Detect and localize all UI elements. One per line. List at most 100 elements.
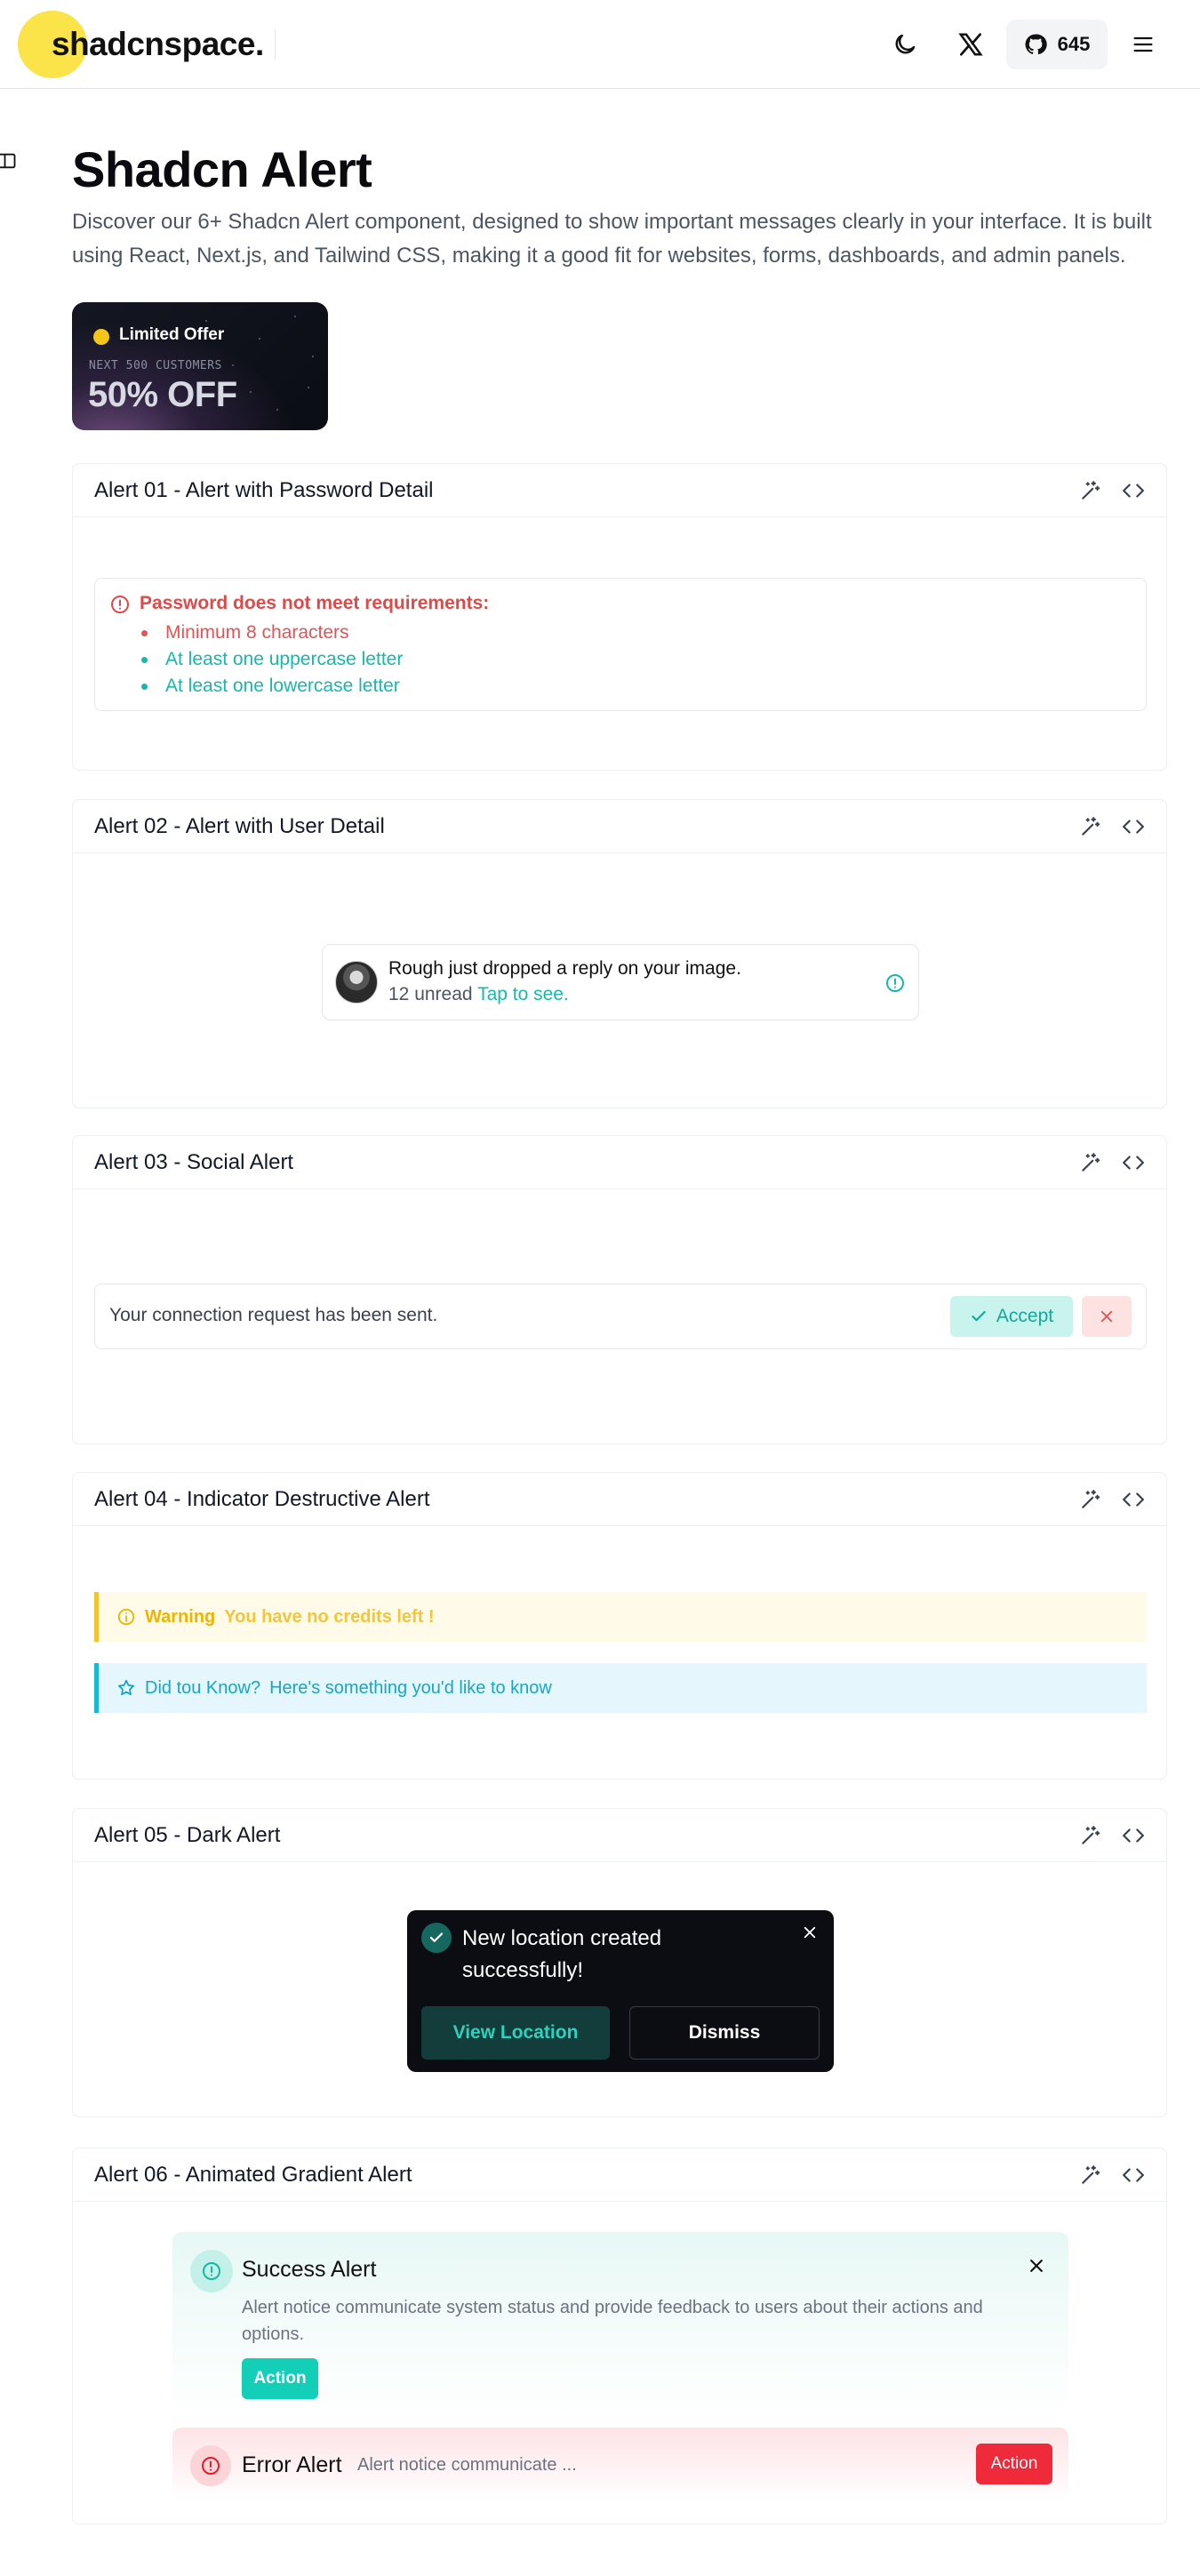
logo[interactable]: shadcnspace. <box>18 11 264 78</box>
check-icon <box>429 1932 444 1942</box>
view-code-button[interactable] <box>1122 815 1145 838</box>
section-alert-02: Alert 02 - Alert with User Detail Rough … <box>72 799 1167 1108</box>
password-alert: Password does not meet requirements: Min… <box>94 578 1147 711</box>
x-logo-icon <box>958 33 983 56</box>
x-twitter-link[interactable] <box>946 20 996 69</box>
section-header: Alert 02 - Alert with User Detail <box>73 800 1166 853</box>
sparkle-wand-icon <box>1082 1153 1100 1172</box>
avatar <box>335 961 378 1004</box>
success-gradient-alert: Success Alert Alert notice communicate s… <box>172 2232 1068 2419</box>
section-alert-04: Alert 04 - Indicator Destructive Alert W… <box>72 1472 1167 1780</box>
close-icon[interactable] <box>802 1924 818 1940</box>
info-circle-icon <box>203 2262 220 2280</box>
success-icon-badge <box>190 2250 233 2292</box>
info-message: Here's something you'd like to know <box>269 1677 552 1698</box>
customize-button[interactable] <box>1079 1824 1102 1847</box>
star-icon <box>118 1679 134 1696</box>
sparkle-wand-icon <box>1082 2165 1100 2184</box>
view-code-button[interactable] <box>1122 2164 1145 2187</box>
user-notification-alert[interactable]: Rough just dropped a reply on your image… <box>322 944 919 1020</box>
top-header: shadcnspace. 645 <box>0 0 1200 89</box>
password-alert-title: Password does not meet requirements: <box>140 593 490 613</box>
customize-button[interactable] <box>1079 1488 1102 1511</box>
section-title: Alert 01 - Alert with Password Detail <box>94 478 434 502</box>
dark-alert-title: New location created successfully! <box>462 1926 662 1982</box>
github-stars-button[interactable]: 645 <box>1006 20 1108 69</box>
error-gradient-alert: Error Alert Alert notice communicate ...… <box>172 2428 1068 2502</box>
check-icon <box>972 1310 986 1322</box>
view-code-button[interactable] <box>1122 1488 1145 1511</box>
success-check-badge <box>421 1923 452 1953</box>
section-alert-06: Alert 06 - Animated Gradient Alert Succe… <box>72 2148 1167 2524</box>
view-code-button[interactable] <box>1122 1151 1145 1174</box>
accept-button[interactable]: Accept <box>950 1296 1073 1337</box>
view-code-button[interactable] <box>1122 1824 1145 1847</box>
github-star-count: 645 <box>1057 33 1091 55</box>
success-alert-title: Success Alert <box>242 2257 377 2282</box>
promo-label: Limited Offer <box>119 325 225 344</box>
error-icon-badge <box>190 2445 231 2486</box>
info-label: Did tou Know? <box>145 1677 261 1698</box>
alert-circle-icon <box>111 596 129 613</box>
warning-message: You have no credits left ! <box>224 1606 435 1627</box>
github-icon <box>1025 34 1047 55</box>
reject-button[interactable] <box>1082 1296 1132 1337</box>
unread-count: 12 unread <box>388 984 473 1004</box>
dark-alert: New location created successfully! View … <box>407 1910 834 2072</box>
social-alert: Your connection request has been sent. A… <box>94 1284 1147 1349</box>
moon-icon <box>895 34 916 54</box>
view-code-button[interactable] <box>1122 479 1145 502</box>
sparkle-wand-icon <box>1082 817 1100 836</box>
view-location-button[interactable]: View Location <box>421 2006 610 2060</box>
customize-button[interactable] <box>1079 1151 1102 1174</box>
code-icon <box>1123 1156 1144 1170</box>
code-icon <box>1123 1492 1144 1507</box>
info-indicator-alert: Did tou Know? Here's something you'd lik… <box>94 1663 1147 1713</box>
section-alert-03: Alert 03 - Social Alert Your connection … <box>72 1135 1167 1444</box>
success-alert-description: Alert notice communicate system status a… <box>242 2298 983 2344</box>
customize-button[interactable] <box>1079 479 1102 502</box>
customize-button[interactable] <box>1079 815 1102 838</box>
section-header: Alert 05 - Dark Alert <box>73 1809 1166 1862</box>
social-alert-message: Your connection request has been sent. <box>109 1305 438 1325</box>
promo-banner[interactable]: Limited Offer NEXT 500 CUSTOMERS 50% OFF <box>72 302 328 430</box>
section-alert-01: Alert 01 - Alert with Password Detail Pa… <box>72 463 1167 771</box>
notification-message: Rough just dropped a reply on your image… <box>388 958 741 979</box>
requirements-list: Minimum 8 characters At least one upperc… <box>140 620 403 700</box>
requirement-item: At least one uppercase letter <box>140 646 403 673</box>
promo-subtitle: NEXT 500 CUSTOMERS <box>89 359 222 372</box>
accept-label: Accept <box>996 1306 1054 1326</box>
warning-indicator-alert: Warning You have no credits left ! <box>94 1592 1147 1642</box>
sparkle-wand-icon <box>1082 481 1100 500</box>
theme-toggle-button[interactable] <box>880 20 930 69</box>
close-icon[interactable] <box>1028 2257 1045 2275</box>
notification-subline: 12 unread Tap to see. <box>388 984 569 1005</box>
requirement-item: At least one lowercase letter <box>140 673 403 700</box>
tap-to-see-link[interactable]: Tap to see. <box>477 984 569 1004</box>
section-header: Alert 04 - Indicator Destructive Alert <box>73 1473 1166 1526</box>
sparkle-wand-icon <box>1082 1826 1100 1844</box>
section-title: Alert 03 - Social Alert <box>94 1150 294 1174</box>
page-title: Shadcn Alert <box>72 141 372 197</box>
sidebar-toggle-button[interactable] <box>0 151 23 174</box>
panel-left-icon <box>0 153 16 169</box>
success-action-button[interactable]: Action <box>242 2358 318 2399</box>
menu-button[interactable] <box>1118 20 1168 69</box>
section-title: Alert 04 - Indicator Destructive Alert <box>94 1487 430 1511</box>
code-icon <box>1123 484 1144 498</box>
info-circle-icon <box>117 1608 135 1626</box>
section-header: Alert 06 - Animated Gradient Alert <box>73 2148 1166 2202</box>
customize-button[interactable] <box>1079 2164 1102 2187</box>
header-divider <box>275 29 276 60</box>
section-title: Alert 02 - Alert with User Detail <box>94 814 385 838</box>
section-alert-05: Alert 05 - Dark Alert New location creat… <box>72 1808 1167 2117</box>
requirement-item: Minimum 8 characters <box>140 620 403 646</box>
error-alert-title: Error Alert <box>242 2452 342 2477</box>
error-action-button[interactable]: Action <box>976 2444 1052 2484</box>
sparkle-wand-icon <box>1082 1490 1100 1508</box>
dismiss-button[interactable]: Dismiss <box>629 2006 820 2060</box>
alert-circle-icon <box>202 2457 220 2475</box>
code-icon <box>1123 820 1144 834</box>
logo-text: shadcnspace. <box>52 26 264 62</box>
section-title: Alert 05 - Dark Alert <box>94 1823 281 1847</box>
